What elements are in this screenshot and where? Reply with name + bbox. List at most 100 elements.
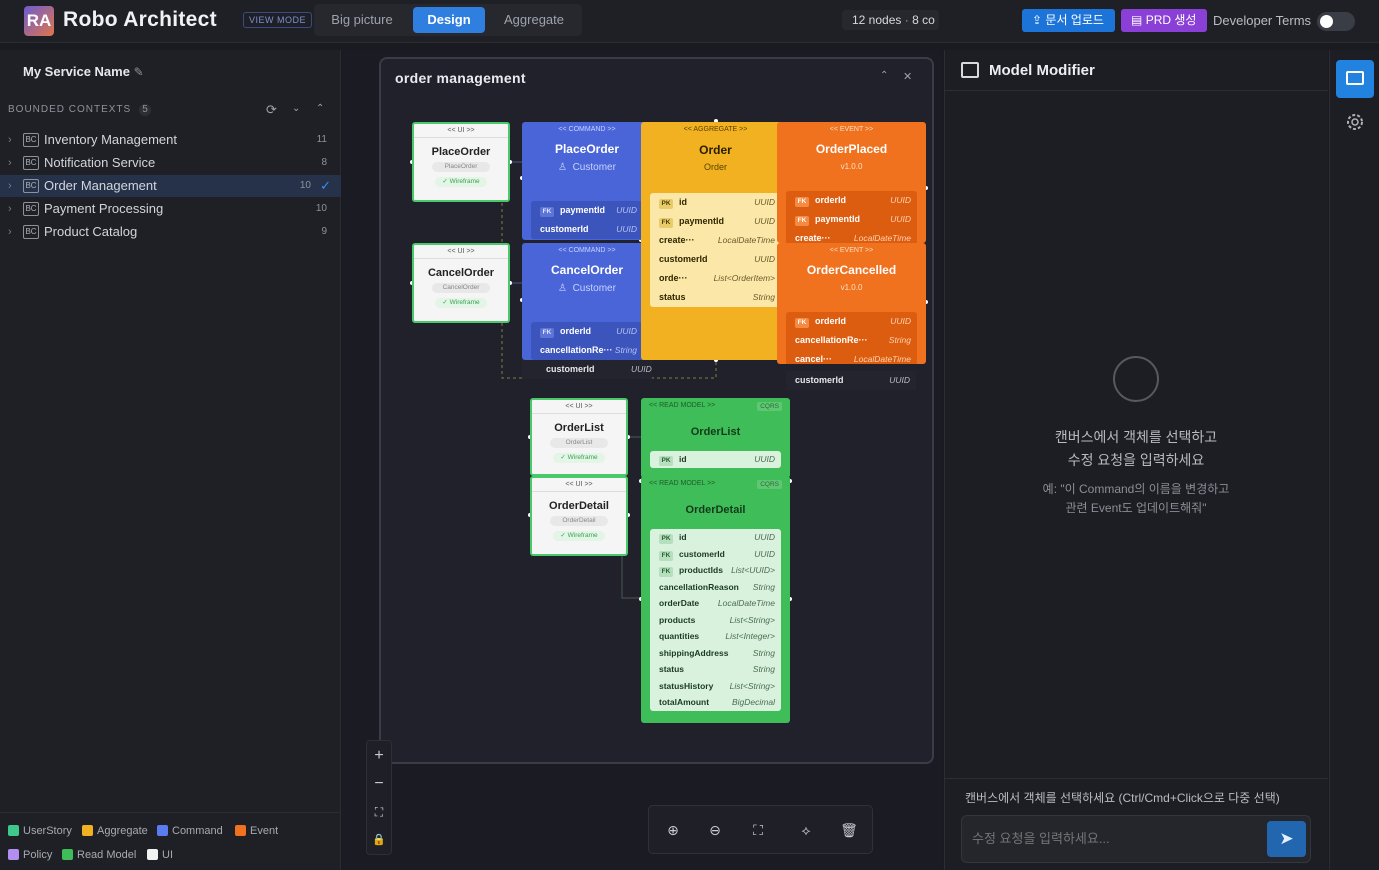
fk-badge: FK [540,328,554,338]
prop-row: quantities List<Integer> [650,628,781,645]
prop-row: FK customerId UUID [650,546,781,563]
command-node-placeorder[interactable]: << COMMAND >> PlaceOrder ♙ Customer FK pa… [522,122,652,240]
prop-row: PK id UUID [650,451,781,468]
prop-name: id [679,454,687,464]
command-actor: ♙ Customer [522,283,652,294]
fk-badge: FK [540,207,554,217]
fit-screen-icon[interactable]: ⛶ [748,820,768,840]
prop-type: LocalDateTime [853,354,911,364]
prop-name: cancellationRe··· [540,345,613,355]
send-button[interactable]: ➤ [1267,821,1306,857]
prop-name: productIds [679,565,723,575]
prop-name: orderDate [659,598,700,608]
prop-name: customerId [659,254,708,264]
wireframe-badge[interactable]: ✓ Wireframe [553,453,605,463]
fit-view-icon[interactable]: ⛶ [366,799,392,825]
event-node-orderplaced[interactable]: << EVENT >> OrderPlaced v1.0.0 FK orderId… [777,122,926,243]
prop-name: shippingAddress [659,647,729,658]
readmodel-node-orderlist[interactable]: << READ MODEL >> CQRS OrderList PK id UUID [641,398,790,478]
prop-name: paymentId [679,216,725,226]
wireframe-badge[interactable]: ✓ Wireframe [435,177,487,187]
zoom-in-icon[interactable]: ⊕ [663,820,683,840]
prop-row: status String [650,661,781,678]
command-name: CancelOrder [550,263,624,277]
readmodel-name: OrderList [690,426,741,438]
prop-type: List<Integer> [725,631,775,641]
wireframe-badge[interactable]: ✓ Wireframe [435,298,487,308]
actor-name: Customer [572,162,616,173]
fk-badge: FK [795,318,809,328]
prop-name: id [679,532,687,542]
trash-icon[interactable]: 🗑 [839,820,859,840]
command-node-cancelorder[interactable]: << COMMAND >> CancelOrder ♙ Customer FK o… [522,243,652,360]
prop-row: PK id UUID [650,193,781,212]
prop-type: UUID [889,375,910,385]
chat-panel-button[interactable] [1336,60,1374,98]
lock-icon[interactable]: 🔒 [366,827,392,853]
ui-node-cancelorder[interactable]: << UI >> CancelOrder CancelOrder ✓ Wiref… [412,243,510,323]
fk-badge: FK [659,218,673,228]
prop-row: cancellationRe··· String [531,341,643,360]
ui-node-orderdetail[interactable]: << UI >> OrderDetail OrderDetail ✓ Wiref… [530,476,628,556]
wireframe-badge[interactable]: ✓ Wireframe [553,531,605,541]
command-actor: ♙ Customer [522,162,652,173]
event-node-ordercancelled[interactable]: << EVENT >> OrderCancelled v1.0.0 FK orde… [777,243,926,364]
prop-type: UUID [754,197,775,207]
prop-row: PK id UUID [650,529,781,546]
ui-stereotype: << UI >> [532,478,626,492]
prop-name: customerId [795,375,844,385]
zoom-in-icon[interactable]: + [366,743,392,769]
prop-row: customerId UUID [786,371,916,390]
person-icon: ♙ [558,283,568,294]
ui-ref-pill: OrderDetail [550,516,608,526]
aggregate-props: PK id UUID FK paymentId UUID create··· LocalD… [650,193,781,307]
modify-request-input[interactable] [961,815,1311,863]
aggregate-stereotype: << AGGREGATE >> [683,126,748,133]
prop-type: String [888,335,911,345]
fk-badge: FK [659,550,673,561]
share-icon[interactable]: ⟡ [796,820,816,840]
event-stereotype: << EVENT >> [829,247,874,254]
prop-type: UUID [754,216,775,226]
prop-name: cancellationRe··· [795,335,868,345]
ui-name: PlaceOrder [431,146,491,158]
panel-title: Model Modifier [989,62,1095,79]
prop-type: BigDecimal [732,697,775,707]
event-props: FK orderId UUID cancellationRe··· String ca… [786,312,917,364]
fk-badge: FK [659,567,673,577]
prop-row: cancel··· LocalDateTime [786,350,917,364]
aggregate-node-order[interactable]: << AGGREGATE >> Order Order PK id UUID FK p… [641,122,790,360]
settings-gear-icon[interactable] [1344,111,1366,133]
aggregate-subtitle: Order [703,162,727,172]
prop-type: UUID [616,326,637,336]
command-overflow-row: customerId UUID [522,360,652,379]
ui-stereotype: << UI >> [532,400,626,414]
prop-type: UUID [754,454,775,464]
prop-name: orderId [815,195,847,205]
prop-name: paymentId [560,205,606,215]
prop-name: paymentId [815,214,861,224]
prop-name: statusHistory [659,680,714,691]
ui-node-placeorder[interactable]: << UI >> PlaceOrder PlaceOrder ✓ Wirefra… [412,122,510,202]
readmodel-node-orderdetail[interactable]: << READ MODEL >> CQRS OrderDetail PK id UU… [641,476,790,723]
input-divider [944,778,1328,779]
prop-row: create··· LocalDateTime [650,231,781,250]
right-icon-strip [1329,50,1379,870]
prop-name: status [659,292,686,302]
pk-badge: PK [659,456,673,466]
prop-row: FK paymentId UUID [786,210,917,229]
command-props: FK paymentId UUID customerId UUID [531,201,643,239]
prop-type: UUID [890,214,911,224]
ui-ref-pill: PlaceOrder [432,162,490,172]
prop-name: orderId [815,316,847,326]
cqrs-badge: CQRS [757,480,782,489]
ui-stereotype: << UI >> [414,245,508,259]
event-stereotype: << EVENT >> [829,126,874,133]
zoom-out-icon[interactable]: − [366,771,392,797]
prop-type: UUID [754,532,775,542]
event-name: OrderPlaced [815,142,888,156]
ui-node-orderlist[interactable]: << UI >> OrderList OrderList ✓ Wireframe [530,398,628,476]
prop-row: FK paymentId UUID [650,212,781,231]
prop-type: String [752,581,775,592]
zoom-out-icon[interactable]: ⊖ [705,820,725,840]
